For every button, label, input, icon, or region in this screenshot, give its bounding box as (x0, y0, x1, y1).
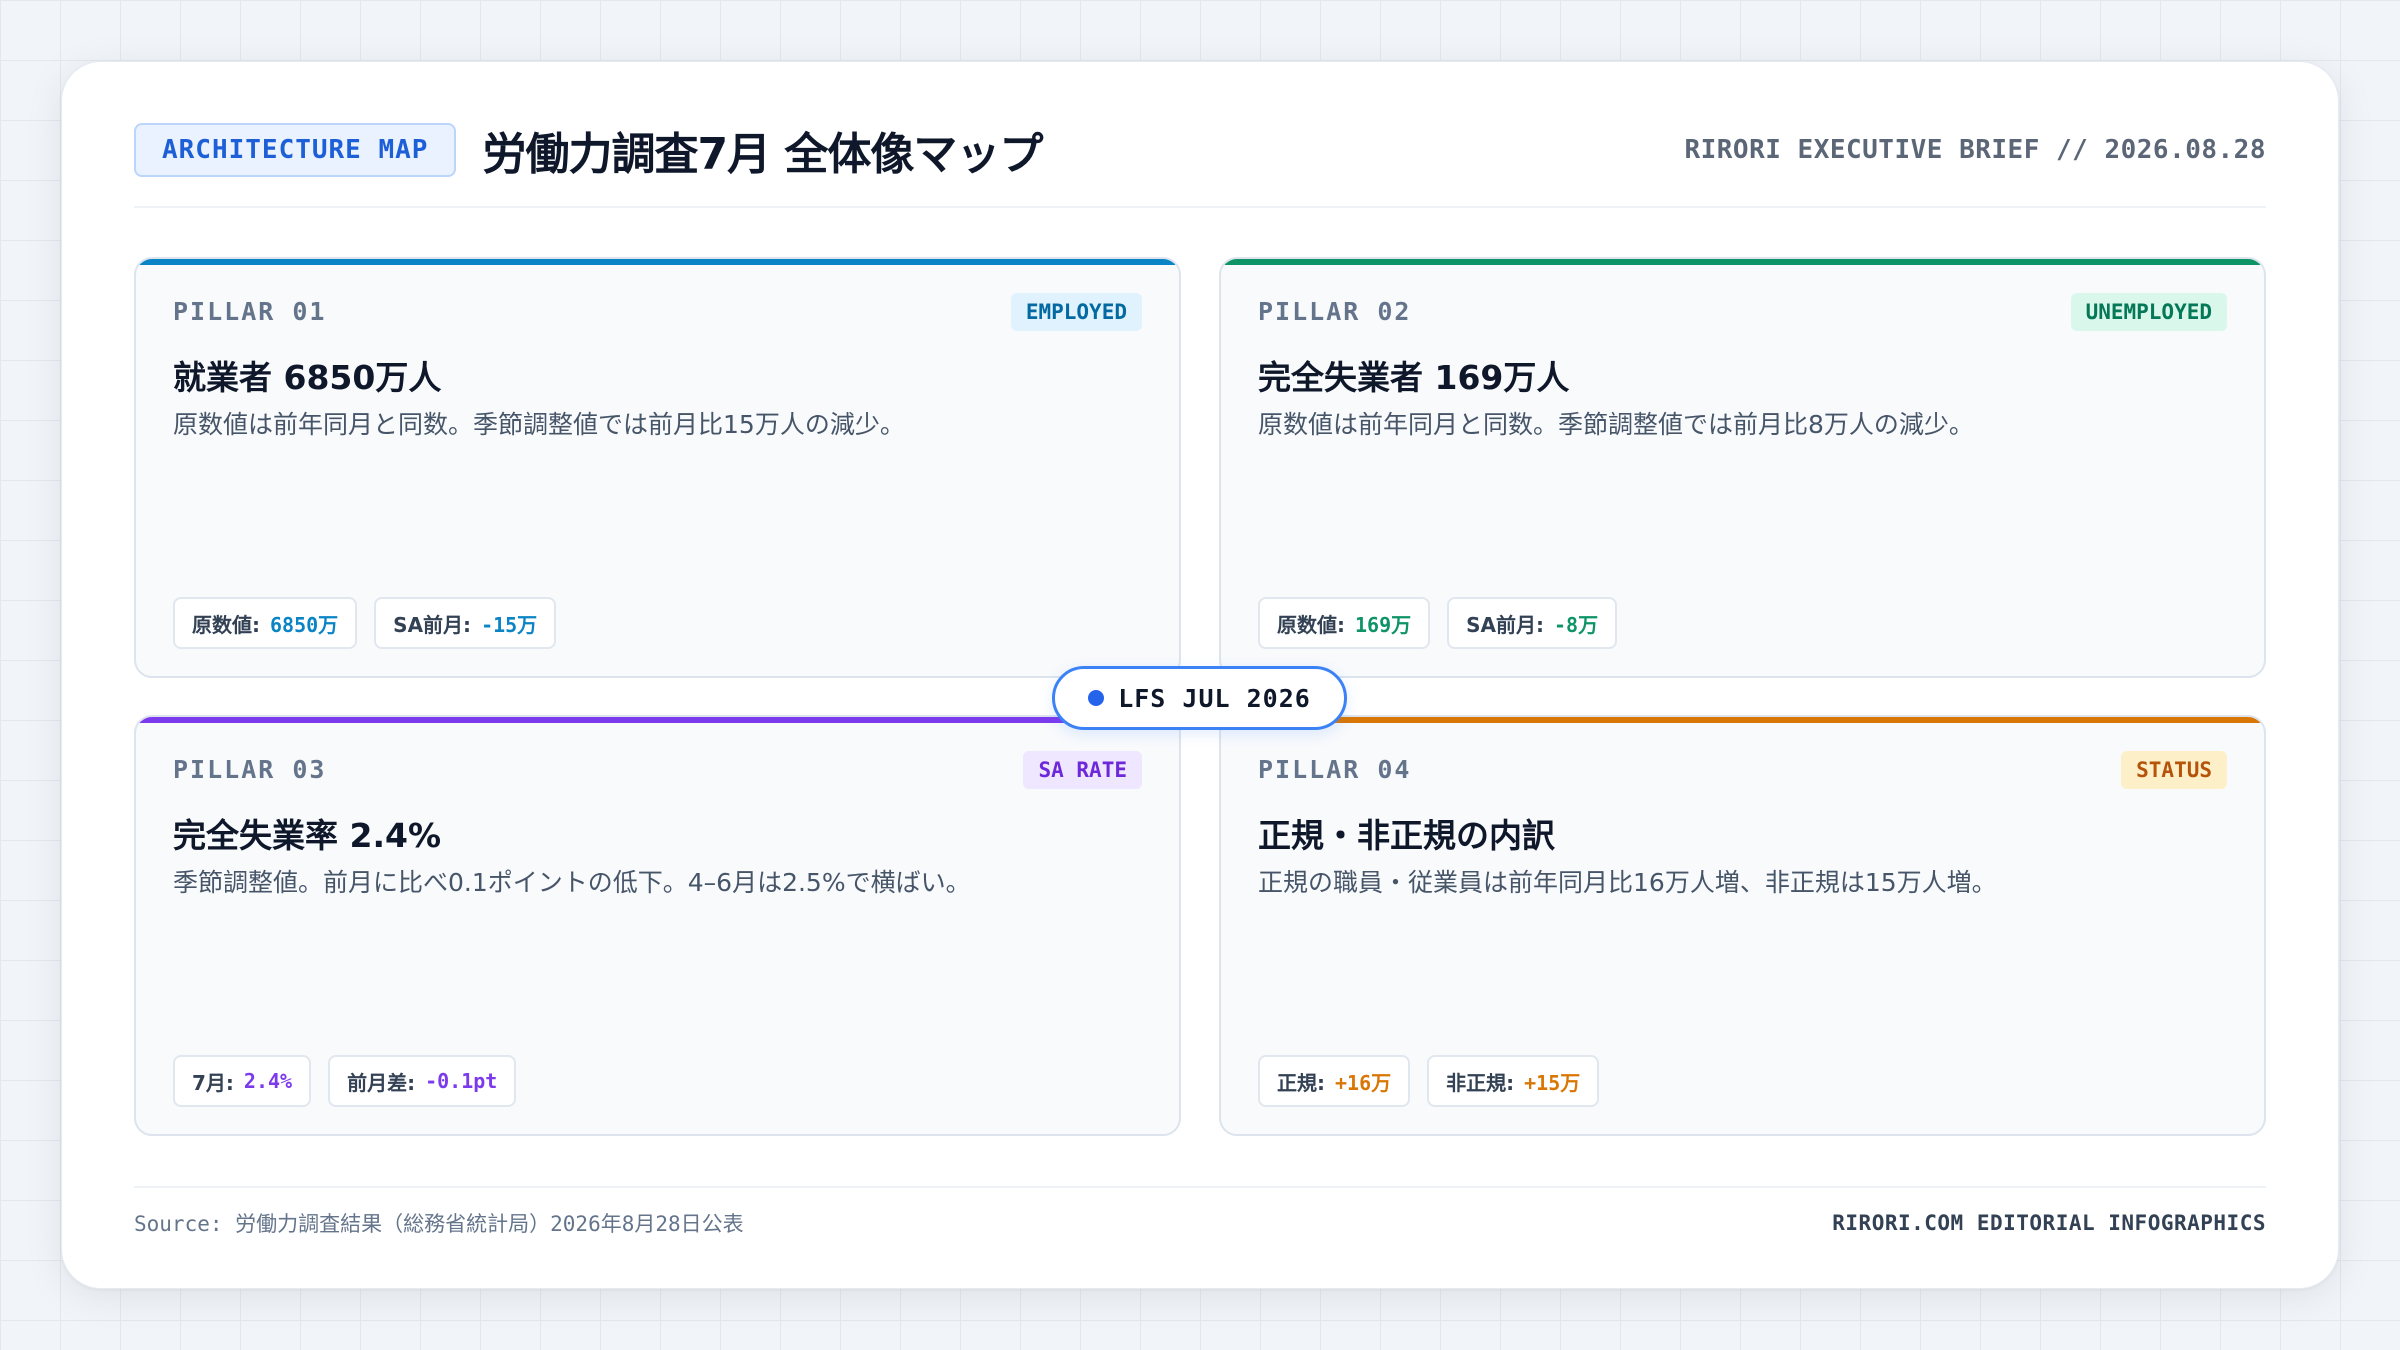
chip-value: 169万 (1355, 612, 1412, 637)
chip-value: -0.1pt (425, 1069, 498, 1093)
pillar-accent-bar (1221, 717, 2264, 723)
pillar-chips: 原数値: 169万 SA前月: -8万 (1258, 597, 1618, 649)
pillar-card-03: PILLAR 03 SA RATE 完全失業率 2.4% 季節調整値。前月に比べ… (134, 715, 1181, 1136)
pillar-label: PILLAR 01 (173, 297, 327, 326)
pillar-label: PILLAR 03 (173, 755, 327, 784)
metric-chip: 原数値: 6850万 (173, 597, 358, 649)
pillar-badge: SA RATE (1023, 751, 1142, 789)
chip-key: 7月: (192, 1070, 234, 1095)
chip-value: 6850万 (270, 612, 339, 637)
status-dot-icon (1088, 690, 1105, 706)
metric-chip: 正規: +16万 (1258, 1055, 1411, 1107)
pillar-badge: EMPLOYED (1010, 293, 1142, 331)
pillar-description: 正規の職員・従業員は前年同月比16万人増、非正規は15万人増。 (1258, 868, 1997, 897)
pillar-label: PILLAR 02 (1258, 297, 1412, 326)
header: ARCHITECTURE MAP 労働力調査7月 全体像マップ RIRORI E… (134, 108, 2266, 208)
pillar-accent-bar (136, 717, 1179, 723)
metric-chip: SA前月: -8万 (1447, 597, 1618, 649)
pillar-label: PILLAR 04 (1258, 755, 1412, 784)
pillar-title: 正規・非正規の内訳 (1258, 816, 1555, 855)
pillar-badge: STATUS (2121, 751, 2227, 789)
page-title: 労働力調査7月 全体像マップ (482, 129, 1043, 180)
chip-value: 2.4% (243, 1069, 293, 1093)
chip-key: 非正規: (1446, 1070, 1515, 1095)
pillar-description: 季節調整値。前月に比べ0.1ポイントの低下。4–6月は2.5%で横ばい。 (173, 868, 971, 897)
metric-chip: 前月差: -0.1pt (328, 1055, 517, 1107)
center-hub-pill: LFS JUL 2026 (1052, 666, 1347, 730)
pillar-chips: 原数値: 6850万 SA前月: -15万 (173, 597, 557, 649)
chip-key: 原数値: (192, 612, 260, 637)
center-hub-label: LFS JUL 2026 (1118, 683, 1311, 713)
chip-key: 前月差: (347, 1070, 416, 1095)
brief-label: RIRORI EXECUTIVE BRIEF // 2026.08.28 (1684, 135, 2266, 165)
metric-chip: 非正規: +15万 (1427, 1055, 1600, 1107)
pillar-card-04: PILLAR 04 STATUS 正規・非正規の内訳 正規の職員・従業員は前年同… (1219, 715, 2266, 1136)
metric-chip: 原数値: 169万 (1258, 597, 1431, 649)
chip-value: -8万 (1554, 612, 1599, 637)
chip-key: 原数値: (1277, 612, 1345, 637)
chip-key: SA前月: (393, 612, 472, 637)
pillar-title: 完全失業率 2.4% (173, 816, 442, 855)
chip-value: +15万 (1524, 1070, 1581, 1095)
metric-chip: SA前月: -15万 (374, 597, 557, 649)
pillar-card-02: PILLAR 02 UNEMPLOYED 完全失業者 169万人 原数値は前年同… (1219, 257, 2266, 678)
pillar-card-01: PILLAR 01 EMPLOYED 就業者 6850万人 原数値は前年同月と同… (134, 257, 1181, 678)
pillar-chips: 7月: 2.4% 前月差: -0.1pt (173, 1055, 517, 1107)
pillar-description: 原数値は前年同月と同数。季節調整値では前月比15万人の減少。 (173, 410, 905, 439)
footer: Source: 労働力調査結果（総務省統計局）2026年8月28日公表 RIRO… (134, 1186, 2266, 1258)
credit-label: RIRORI.COM EDITORIAL INFOGRAPHICS (1832, 1211, 2266, 1235)
pillar-title: 就業者 6850万人 (173, 358, 442, 397)
pillar-badge: UNEMPLOYED (2070, 293, 2227, 331)
pillar-accent-bar (136, 259, 1179, 265)
chip-key: SA前月: (1466, 612, 1545, 637)
architecture-map-tag: ARCHITECTURE MAP (134, 123, 457, 177)
pillar-title: 完全失業者 169万人 (1258, 358, 1570, 397)
pillar-chips: 正規: +16万 非正規: +15万 (1258, 1055, 1600, 1107)
chip-key: 正規: (1277, 1070, 1325, 1095)
source-note: Source: 労働力調査結果（総務省統計局）2026年8月28日公表 (134, 1212, 744, 1236)
metric-chip: 7月: 2.4% (173, 1055, 312, 1107)
chip-value: +16万 (1335, 1070, 1392, 1095)
chip-value: -15万 (481, 612, 538, 637)
pillar-accent-bar (1221, 259, 2264, 265)
pillar-description: 原数値は前年同月と同数。季節調整値では前月比8万人の減少。 (1258, 410, 1974, 439)
